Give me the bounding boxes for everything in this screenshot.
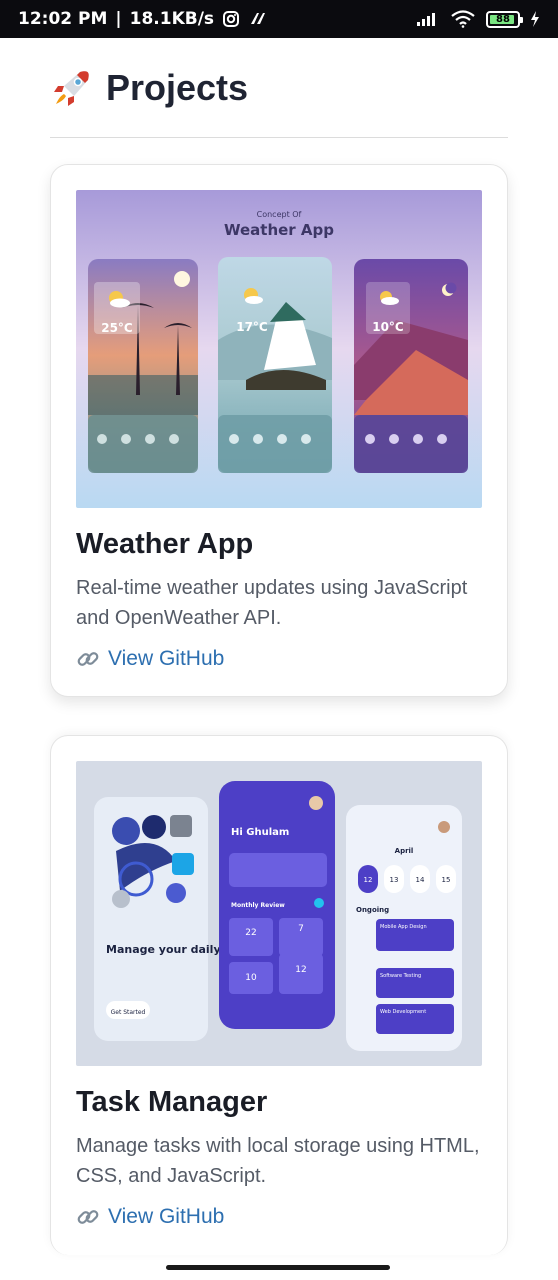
task-day-1: 12 (364, 876, 373, 884)
task-stat-4: 12 (295, 965, 306, 975)
task-item-2: Software Testing (380, 973, 421, 979)
link-icon (77, 1210, 99, 1224)
status-separator: | (115, 9, 122, 29)
task-thumb-cta: Get Started (111, 1009, 146, 1016)
project-title: Task Manager (76, 1086, 268, 1118)
task-item-3: Web Development (380, 1009, 426, 1015)
view-github-label: View GitHub (108, 1205, 225, 1228)
view-github-link-weather-app[interactable]: View GitHub (76, 647, 482, 671)
project-description: Manage tasks with local storage using HT… (76, 1135, 480, 1187)
home-indicator[interactable] (166, 1265, 390, 1270)
view-github-link-task-manager[interactable]: View GitHub (76, 1205, 482, 1229)
signal-icon (416, 11, 440, 27)
battery-icon: 88 (486, 10, 523, 28)
section-header: Projects (50, 38, 508, 138)
task-day-3: 14 (416, 876, 425, 884)
wifi-icon (450, 10, 476, 28)
battery-level: 88 (496, 13, 510, 25)
projects-section: Projects Concept Of Weather App 25°C 17°… (50, 38, 508, 1255)
task-thumb-section: Monthly Review (231, 902, 285, 909)
view-github-label: View GitHub (108, 647, 225, 670)
network-speed: 18.1KB/s (129, 9, 215, 29)
task-thumb-month: April (395, 847, 414, 855)
task-stat-3: 10 (245, 973, 257, 983)
weather-thumb-heading: Weather App (224, 221, 334, 239)
charging-icon (530, 11, 540, 27)
weather-temp-1: 25°C (101, 321, 133, 335)
weather-temp-3: 10°C (372, 320, 404, 334)
task-stat-1: 22 (245, 928, 256, 938)
status-bar: 12:02 PM | 18.1KB/s 88 (0, 0, 558, 38)
task-manager-thumbnail: Manage your daily tasks Get Started Hi G… (76, 761, 482, 1066)
rocket-icon (54, 70, 89, 106)
link-icon (77, 652, 99, 666)
instagram-icon (222, 10, 240, 28)
task-day-2: 13 (390, 876, 399, 884)
project-title: Weather App (76, 528, 254, 560)
weather-app-thumbnail: Concept Of Weather App 25°C 17°C 10°C (76, 190, 482, 508)
task-thumb-ongoing: Ongoing (356, 906, 389, 914)
task-item-1: Mobile App Design (380, 924, 427, 930)
status-time: 12:02 PM (18, 9, 108, 29)
project-card-weather-app: Concept Of Weather App 25°C 17°C 10°C We… (50, 164, 508, 697)
task-stat-2: 7 (298, 924, 304, 934)
project-description: Real-time weather updates using JavaScri… (76, 577, 468, 629)
project-card-task-manager: Manage your daily tasks Get Started Hi G… (50, 735, 508, 1255)
weather-thumb-subheading: Concept Of (257, 210, 302, 219)
app-notification-icon (248, 10, 268, 28)
task-day-4: 15 (442, 876, 451, 884)
task-thumb-greeting: Hi Ghulam (231, 827, 289, 838)
weather-temp-2: 17°C (236, 320, 268, 334)
page-title: Projects (106, 66, 249, 108)
